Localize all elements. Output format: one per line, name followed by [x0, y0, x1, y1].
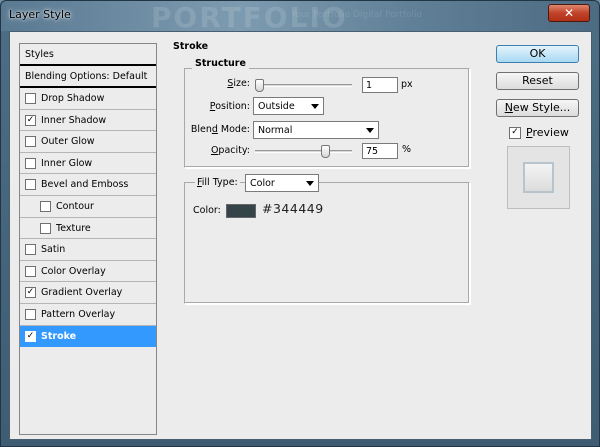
style-item-checkbox[interactable] [40, 222, 51, 234]
size-input[interactable]: 1 [362, 77, 398, 93]
title-bar[interactable]: PORTFOLIO Your Portfolio Digital Portfol… [1, 1, 599, 31]
new-style-button[interactable]: New Style... [496, 99, 579, 117]
fill-type-value: Color [250, 178, 275, 189]
style-item[interactable]: Inner Glow [20, 153, 156, 175]
chevron-down-icon [366, 128, 374, 133]
fill-panel [184, 182, 470, 304]
style-item-checkbox[interactable] [25, 136, 36, 148]
style-preview-box [507, 146, 570, 209]
style-item-label: Outer Glow [41, 136, 95, 148]
close-icon: ✕ [563, 6, 575, 20]
close-button[interactable]: ✕ [548, 4, 590, 22]
color-hex-label: #344449 [262, 201, 324, 216]
style-preview-thumbnail [523, 162, 554, 193]
color-label: Color: [193, 205, 221, 216]
layer-style-window: PORTFOLIO Your Portfolio Digital Portfol… [0, 0, 600, 447]
style-item[interactable]: ✓ Gradient Overlay [20, 282, 156, 304]
stroke-group-title: Stroke [173, 41, 209, 52]
reset-button[interactable]: Reset [496, 72, 579, 90]
style-item[interactable]: Drop Shadow [20, 88, 156, 110]
opacity-unit: % [402, 144, 412, 155]
style-item-label: Gradient Overlay [41, 287, 123, 299]
fill-type-select[interactable]: Color [245, 174, 319, 192]
style-item[interactable]: Contour [20, 196, 156, 218]
structure-title: Structure [192, 58, 249, 69]
style-item-checkbox[interactable]: ✓ [25, 287, 36, 299]
style-item-label: Inner Glow [41, 157, 93, 169]
chevron-down-icon [306, 181, 314, 186]
blend-mode-label: Blend Mode: [190, 124, 250, 135]
style-item-checkbox[interactable] [25, 309, 36, 320]
style-item-checkbox[interactable] [25, 157, 36, 169]
style-item[interactable]: Satin [20, 239, 156, 261]
style-item-label: Bevel and Emboss [41, 179, 129, 191]
opacity-slider-thumb[interactable] [321, 145, 330, 158]
style-item-checkbox[interactable] [25, 93, 36, 104]
styles-header[interactable]: Styles [20, 44, 156, 66]
position-value: Outside [258, 101, 295, 112]
style-item-checkbox[interactable] [40, 201, 51, 212]
ok-button[interactable]: OK [496, 45, 579, 63]
chevron-down-icon [311, 104, 319, 109]
color-swatch[interactable] [226, 204, 256, 218]
dialog-client: Styles Blending Options: Default Drop Sh… [9, 31, 592, 440]
style-item-label: Inner Shadow [41, 114, 107, 126]
style-item-label: Pattern Overlay [41, 309, 116, 320]
title-watermark-sub: Your Portfolio Digital Portfolio [291, 10, 423, 20]
style-item-label: Texture [56, 222, 91, 234]
opacity-slider[interactable] [255, 145, 352, 158]
style-item-checkbox[interactable] [25, 179, 36, 191]
style-item-checkbox[interactable] [25, 244, 36, 256]
style-item[interactable]: Bevel and Emboss [20, 174, 156, 196]
style-item-checkbox[interactable] [25, 265, 36, 277]
size-slider[interactable] [255, 79, 352, 92]
style-item-label: Satin [41, 244, 66, 256]
style-item[interactable]: Texture [20, 218, 156, 240]
preview-checkbox[interactable]: ✓ [509, 127, 521, 139]
style-item-checkbox[interactable]: ✓ [25, 114, 36, 126]
styles-list: Styles Blending Options: Default Drop Sh… [19, 43, 157, 435]
style-item-label: Color Overlay [41, 265, 106, 277]
size-slider-thumb[interactable] [255, 79, 264, 92]
style-item[interactable]: Outer Glow [20, 131, 156, 153]
position-label: Position: [209, 101, 250, 112]
preview-label: Preview [526, 126, 569, 139]
style-item-checkbox[interactable]: ✓ [25, 330, 36, 342]
size-unit: px [401, 79, 413, 90]
style-item[interactable]: Pattern Overlay [20, 304, 156, 326]
blend-mode-value: Normal [258, 125, 293, 136]
opacity-label: Opacity: [210, 145, 250, 156]
style-item[interactable]: ✓ Inner Shadow [20, 110, 156, 132]
window-title: Layer Style [9, 8, 71, 21]
style-item[interactable]: Color Overlay [20, 261, 156, 283]
blend-mode-select[interactable]: Normal [253, 121, 379, 139]
style-item-label: Drop Shadow [41, 93, 105, 104]
style-item-label: Stroke [41, 330, 77, 342]
blending-options-item[interactable]: Blending Options: Default [20, 66, 156, 88]
style-item[interactable]: ✓ Stroke [20, 325, 156, 348]
position-select[interactable]: Outside [253, 97, 324, 115]
style-item-label: Contour [56, 201, 94, 212]
opacity-input[interactable]: 75 [362, 143, 398, 159]
fill-type-label: Fill Type: [195, 177, 240, 188]
size-label: Size: [227, 78, 250, 89]
